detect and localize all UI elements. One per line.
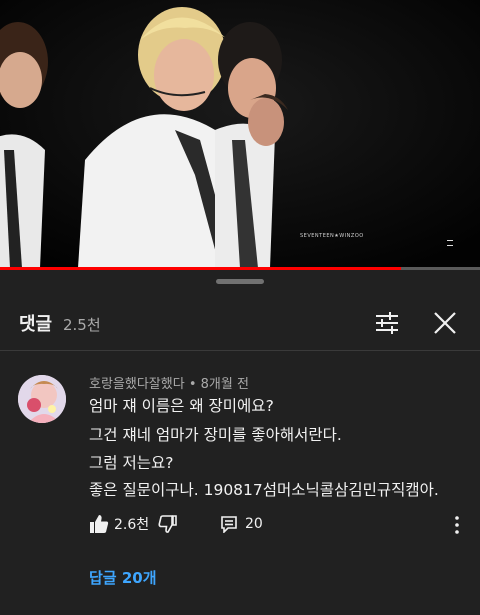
comment-text-line: 좋은 질문이구나. 190817섬머소닉콜삼김민규직캠아. — [89, 481, 439, 499]
comment-icon — [221, 516, 237, 533]
dislike-button[interactable] — [158, 513, 178, 535]
avatar[interactable] — [18, 375, 66, 423]
comment-text-line: 엄마 쟤 이름은 왜 장미에요? — [89, 397, 274, 415]
video-watermark: SEVENTEEN★WINZOO — [300, 233, 364, 239]
comment-time: 8개월 전 — [200, 377, 249, 392]
comments-title: 댓글 — [19, 314, 53, 335]
reply-count: 20 — [245, 516, 263, 532]
close-button[interactable] — [431, 309, 459, 337]
drag-handle[interactable] — [216, 279, 264, 284]
thumbs-up-icon — [90, 515, 109, 533]
comments-count: 2.5천 — [63, 316, 101, 334]
video-frame — [0, 0, 480, 268]
video-player[interactable]: SEVENTEEN★WINZOO — [0, 0, 480, 268]
thumbs-down-icon — [158, 515, 177, 533]
more-vert-icon — [455, 516, 459, 534]
close-icon — [434, 312, 456, 334]
reply-button[interactable]: 20 — [220, 513, 263, 535]
like-count: 2.6천 — [114, 517, 150, 533]
comment-author[interactable]: 호랑을했다잘했다 — [89, 377, 185, 392]
avatar-image — [18, 375, 66, 423]
like-button[interactable]: 2.6천 — [89, 513, 149, 535]
comment-text-line: 그건 쟤네 엄마가 장미를 좋아해서란다. — [89, 426, 342, 444]
comment-text-line: 그럼 저는요? — [89, 454, 174, 472]
more-options-button[interactable] — [448, 514, 466, 536]
meta-separator: • — [184, 377, 201, 392]
sliders-icon — [376, 312, 398, 334]
comment-meta: 호랑을했다잘했다 • 8개월 전 — [89, 373, 249, 392]
header-divider — [0, 350, 480, 351]
view-replies-link[interactable]: 답글 20개 — [89, 567, 157, 588]
comments-sheet: 댓글 2.5천 호랑을했다잘했다 • 8개월 전 엄마 쟤 이름은 왜 장미에요… — [0, 270, 480, 615]
player-menu-icon[interactable] — [447, 240, 453, 246]
sort-filter-button[interactable] — [373, 309, 401, 337]
